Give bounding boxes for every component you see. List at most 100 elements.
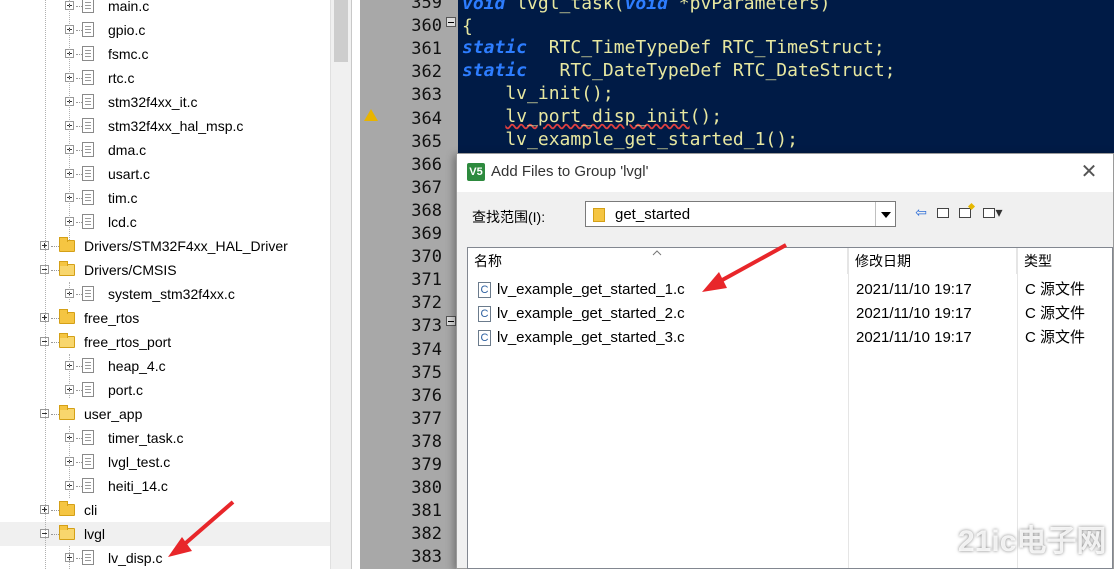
folder-icon [59,237,75,252]
file-type: C 源文件 [1025,305,1086,322]
line-number: 381 [411,501,442,522]
tree-group[interactable]: user_app [0,402,330,426]
tree-item-label: timer_task.c [108,430,184,446]
tree-item-label: tim.c [108,190,138,206]
tree-file[interactable]: usart.c [0,162,330,186]
project-tree[interactable]: main.c gpio.c fsmc.c rtc.c stm32f4xx_it.cstm… [0,0,351,569]
tree-group[interactable]: lvgl [0,522,330,546]
file-icon [82,286,94,301]
tree-item-label: dma.c [108,142,147,158]
tree-item-label: lcd.c [108,214,137,230]
tree-item-label: stm32f4xx_hal_msp.c [108,118,244,134]
line-number: 370 [411,247,442,268]
file-type: C 源文件 [1025,281,1086,298]
folder-icon [59,405,75,420]
file-icon [82,166,94,181]
line-number: 364 [411,108,442,129]
file-icon [82,214,94,229]
lookin-value: get_started [615,206,691,223]
tree-item-label: Drivers/CMSIS [84,262,177,278]
lookin-label: 查找范围(I): [472,209,546,225]
file-icon [82,454,94,469]
file-icon [82,94,94,109]
tree-item-label: cli [84,502,98,518]
tree-group[interactable]: free_rtos_port [0,330,330,354]
close-button[interactable]: ✕ [1079,162,1099,182]
tree-group[interactable]: Drivers/CMSIS [0,258,330,282]
code-line-361: static RTC_TimeTypeDef RTC_TimeStruct; [462,37,885,58]
lookin-dropdown[interactable]: get_started [585,201,896,227]
column-header-type[interactable]: 类型 [1018,248,1112,274]
error-squiggle: lv_port_disp_init [505,106,690,127]
column-header-name[interactable]: 名称 [468,248,848,274]
file-row[interactable]: Clv_example_get_started_1.c 2021/11/10 19… [468,278,1112,302]
line-number: 374 [411,339,442,360]
tree-item-label: system_stm32f4xx.c [108,286,235,302]
line-number: 377 [411,408,442,429]
tree-item-label: usart.c [108,166,151,182]
file-icon [82,430,94,445]
tree-group[interactable]: Drivers/STM32F4xx_HAL_Driver [0,234,330,258]
file-icon [82,0,94,13]
add-files-dialog[interactable]: V5 Add Files to Group 'lvgl' ✕ 查找范围(I): … [456,153,1114,569]
tree-file[interactable]: gpio.c [0,18,330,42]
column-header-date[interactable]: 修改日期 [849,248,1017,274]
file-icon [82,46,94,61]
tree-file[interactable]: rtc.c [0,66,330,90]
views-menu-icon[interactable]: ▾ [978,202,1008,222]
fold-collapse-icon[interactable] [446,17,456,27]
tree-file[interactable]: timer_task.c [0,426,330,450]
tree-file[interactable]: lcd.c [0,210,330,234]
tree-scrollbar[interactable] [330,0,351,569]
file-icon [82,358,94,373]
tree-item-label: rtc.c [108,70,135,86]
dropdown-arrow-icon[interactable] [875,202,895,226]
c-file-icon: C [478,306,491,322]
tree-file[interactable]: system_stm32f4xx.c [0,282,330,306]
tree-file[interactable]: main.c [0,0,330,18]
file-row[interactable]: Clv_example_get_started_2.c 2021/11/10 19… [468,302,1112,326]
tree-group[interactable]: free_rtos [0,306,330,330]
line-number: 362 [411,62,442,83]
file-icon [82,478,94,493]
file-date: 2021/11/10 19:17 [856,305,972,322]
tree-file[interactable]: port.c [0,378,330,402]
tree-scrollbar-thumb[interactable] [334,0,348,62]
tree-group[interactable]: cli [0,498,330,522]
tree-item-label: Drivers/STM32F4xx_HAL_Driver [84,238,288,254]
tree-file[interactable]: lvgl_test.c [0,450,330,474]
tree-file[interactable]: stm32f4xx_it.c [0,90,330,114]
tree-file[interactable]: lv_disp.c [0,546,330,569]
fold-collapse-icon[interactable] [446,316,456,326]
tree-item-label: heiti_14.c [108,478,168,494]
tree-file[interactable]: dma.c [0,138,330,162]
line-number: 371 [411,270,442,291]
folder-icon [59,525,75,540]
dialog-titlebar[interactable]: V5 Add Files to Group 'lvgl' ✕ [457,154,1113,192]
line-number: 363 [411,85,442,106]
tree-item-label: user_app [84,406,143,422]
keyword: void [624,0,668,14]
watermark-logo: 21ic电子网 [958,525,1107,558]
line-number: 373 [411,316,442,337]
folder-icon [59,309,75,324]
file-date: 2021/11/10 19:17 [856,281,972,298]
tree-file[interactable]: stm32f4xx_hal_msp.c [0,114,330,138]
back-icon[interactable]: ⇦ [911,202,931,222]
line-number: 372 [411,293,442,314]
file-name: lv_example_get_started_1.c [497,281,685,298]
new-folder-icon[interactable] [955,202,975,222]
panel-splitter[interactable] [351,0,360,569]
up-folder-icon[interactable] [933,202,953,222]
line-number: 379 [411,455,442,475]
tree-item-label: gpio.c [108,22,146,38]
tree-item-label: fsmc.c [108,46,149,62]
tree-file[interactable]: fsmc.c [0,42,330,66]
tree-file[interactable]: heiti_14.c [0,474,330,498]
file-row[interactable]: Clv_example_get_started_3.c 2021/11/10 19… [468,326,1112,350]
tree-item-label: lvgl [84,526,106,542]
tree-file[interactable]: heap_4.c [0,354,330,378]
tree-item-label: port.c [108,382,144,398]
tree-file[interactable]: tim.c [0,186,330,210]
line-number: 382 [411,524,442,545]
